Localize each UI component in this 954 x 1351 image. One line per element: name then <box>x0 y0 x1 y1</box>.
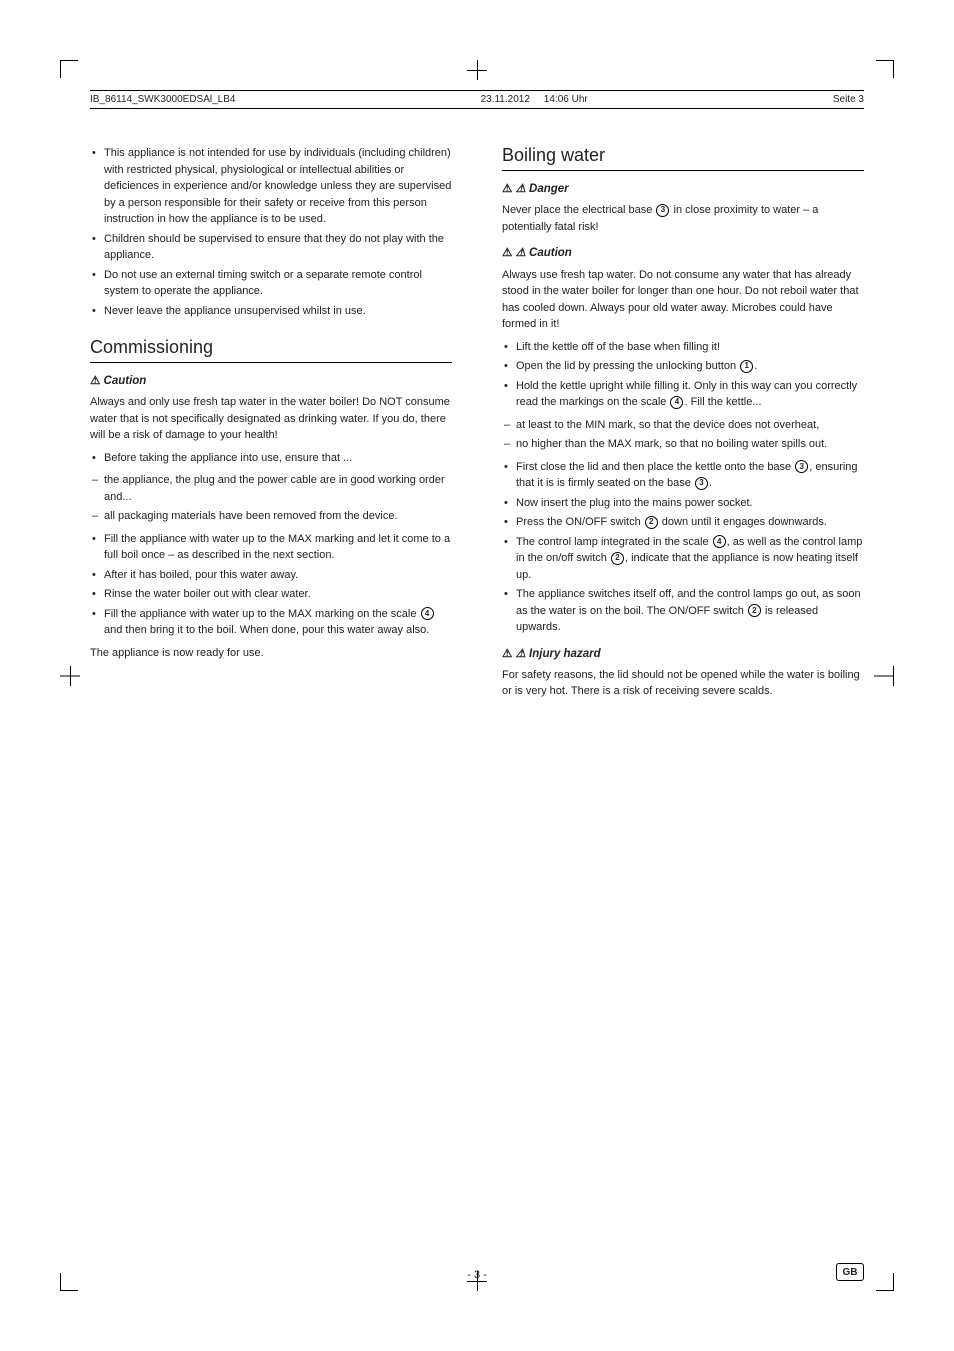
boiling-water-heading: Boiling water <box>502 145 864 171</box>
boiling-caution-heading: ⚠ Caution <box>502 245 864 262</box>
meta-date-time: 23.11.2012 14:06 Uhr <box>481 94 588 105</box>
circled-3c: 3 <box>695 477 708 490</box>
list-item: no higher than the MAX mark, so that no … <box>502 436 864 453</box>
list-item: Hold the kettle upright while filling it… <box>502 378 864 411</box>
circled-2b: 2 <box>611 552 624 565</box>
circled-3b: 3 <box>795 460 808 473</box>
boiling-bullets: Lift the kettle off of the base when fil… <box>502 339 864 411</box>
list-item: Rinse the water boiler out with clear wa… <box>90 586 452 603</box>
circled-3a: 3 <box>656 204 669 217</box>
circled-4: 4 <box>421 607 434 620</box>
corner-mark-tr <box>876 60 894 78</box>
footer: - 3 - GB <box>90 1269 864 1281</box>
corner-mark-bl <box>60 1273 78 1291</box>
list-item: After it has boiled, pour this water awa… <box>90 567 452 584</box>
boiling-dash-list: at least to the MIN mark, so that the de… <box>502 417 864 453</box>
commissioning-dash-list: the appliance, the plug and the power ca… <box>90 472 452 525</box>
list-item: Now insert the plug into the mains power… <box>502 495 864 512</box>
list-item: This appliance is not intended for use b… <box>90 145 452 228</box>
commissioning-bullets: Before taking the appliance into use, en… <box>90 450 452 467</box>
header-meta: IB_86114_SWK3000EDSAl_LB4 23.11.2012 14:… <box>90 90 864 109</box>
cross-top-center <box>467 60 487 80</box>
list-item: Fill the appliance with water up to the … <box>90 531 452 564</box>
list-item: First close the lid and then place the k… <box>502 459 864 492</box>
page-number: - 3 - <box>467 1269 487 1281</box>
list-item: Never leave the appliance unsupervised w… <box>90 303 452 320</box>
danger-heading: ⚠ Danger <box>502 181 864 198</box>
list-item: Lift the kettle off of the base when fil… <box>502 339 864 356</box>
list-item: Do not use an external timing switch or … <box>90 267 452 300</box>
list-item: Open the lid by pressing the unlocking b… <box>502 358 864 375</box>
injury-text: For safety reasons, the lid should not b… <box>502 667 864 700</box>
circled-4b: 4 <box>670 396 683 409</box>
content-area: This appliance is not intended for use b… <box>90 145 864 1251</box>
boiling-bullets-2: First close the lid and then place the k… <box>502 459 864 636</box>
list-item: Children should be supervised to ensure … <box>90 231 452 264</box>
circled-4c: 4 <box>713 535 726 548</box>
list-item: The appliance switches itself off, and t… <box>502 586 864 636</box>
list-item: The control lamp integrated in the scale… <box>502 534 864 584</box>
meta-seite: Seite 3 <box>833 94 864 105</box>
list-item: the appliance, the plug and the power ca… <box>90 472 452 505</box>
commissioning-caution-heading: Caution <box>90 373 452 390</box>
corner-mark-br <box>876 1273 894 1291</box>
commissioning-caution-text: Always and only use fresh tap water in t… <box>90 394 452 444</box>
ready-text: The appliance is now ready for use. <box>90 645 452 662</box>
left-column: This appliance is not intended for use b… <box>90 145 462 1251</box>
meta-file: IB_86114_SWK3000EDSAl_LB4 <box>90 94 235 105</box>
right-column: Boiling water ⚠ Danger Never place the e… <box>492 145 864 1251</box>
list-item: Fill the appliance with water up to the … <box>90 606 452 639</box>
circled-2c: 2 <box>748 604 761 617</box>
circled-2a: 2 <box>645 516 658 529</box>
commissioning-heading: Commissioning <box>90 337 452 363</box>
list-item: Press the ON/OFF switch 2 down until it … <box>502 514 864 531</box>
list-item: all packaging materials have been remove… <box>90 508 452 525</box>
injury-heading: ⚠ Injury hazard <box>502 646 864 663</box>
danger-text: Never place the electrical base 3 in clo… <box>502 202 864 235</box>
intro-bullet-list: This appliance is not intended for use b… <box>90 145 452 319</box>
list-item: at least to the MIN mark, so that the de… <box>502 417 864 434</box>
list-item: Before taking the appliance into use, en… <box>90 450 452 467</box>
corner-mark-tl <box>60 60 78 78</box>
boiling-caution-text: Always use fresh tap water. Do not consu… <box>502 267 864 333</box>
commissioning-bullets-2: Fill the appliance with water up to the … <box>90 531 452 639</box>
circled-1a: 1 <box>740 360 753 373</box>
page: IB_86114_SWK3000EDSAl_LB4 23.11.2012 14:… <box>0 0 954 1351</box>
country-badge: GB <box>836 1263 864 1281</box>
